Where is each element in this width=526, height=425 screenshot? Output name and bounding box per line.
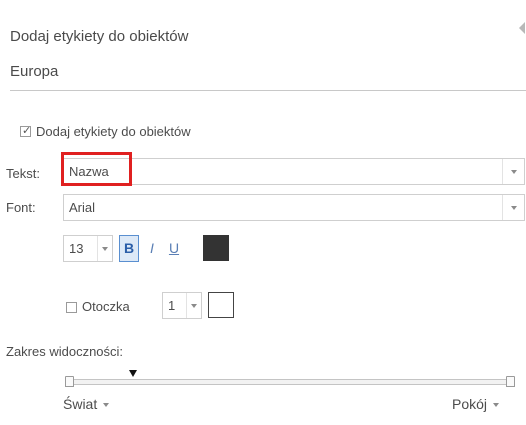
header-divider xyxy=(10,90,526,91)
halo-color-swatch[interactable] xyxy=(208,292,234,318)
halo-checkbox[interactable] xyxy=(66,302,77,313)
chevron-down-icon[interactable] xyxy=(502,195,524,220)
font-field-label: Font: xyxy=(6,200,36,215)
collapse-icon[interactable] xyxy=(519,22,525,34)
chevron-down-icon[interactable] xyxy=(502,159,524,184)
font-field-value: Arial xyxy=(69,200,96,215)
labels-checkbox-label[interactable]: Dodaj etykiety do obiektów xyxy=(36,124,191,139)
halo-label[interactable]: Otoczka xyxy=(82,299,130,314)
max-scale-dropdown[interactable]: Pokój xyxy=(452,396,500,412)
text-field-select[interactable]: Nazwa xyxy=(63,158,525,185)
bold-button[interactable]: B xyxy=(119,235,139,262)
font-size-value: 13 xyxy=(69,241,84,256)
chevron-down-icon[interactable] xyxy=(186,293,201,318)
text-field-label: Tekst: xyxy=(6,166,40,181)
font-size-select[interactable]: 13 xyxy=(63,235,113,262)
highlight-box xyxy=(61,152,132,186)
visibility-slider-track[interactable] xyxy=(68,379,512,385)
visibility-label: Zakres widoczności: xyxy=(6,344,124,359)
chevron-down-icon xyxy=(103,403,110,408)
italic-button[interactable]: I xyxy=(145,235,159,262)
font-color-swatch[interactable] xyxy=(203,235,229,261)
halo-size-select[interactable]: 1 xyxy=(162,292,202,319)
max-scale-label: Pokój xyxy=(452,396,488,412)
chevron-down-icon[interactable] xyxy=(97,236,112,261)
chevron-down-icon xyxy=(493,403,500,408)
min-scale-label: Świat xyxy=(63,396,98,412)
underline-button[interactable]: U xyxy=(166,235,182,262)
halo-size-value: 1 xyxy=(168,298,176,313)
max-scale-handle[interactable] xyxy=(506,376,515,387)
min-scale-dropdown[interactable]: Świat xyxy=(63,396,110,412)
min-scale-handle[interactable] xyxy=(65,376,74,387)
panel-title: Dodaj etykiety do obiektów xyxy=(10,28,189,45)
layer-name: Europa xyxy=(10,63,59,80)
labels-checkbox[interactable] xyxy=(20,124,31,137)
font-field-select[interactable]: Arial xyxy=(63,194,525,221)
current-scale-marker xyxy=(129,370,137,377)
